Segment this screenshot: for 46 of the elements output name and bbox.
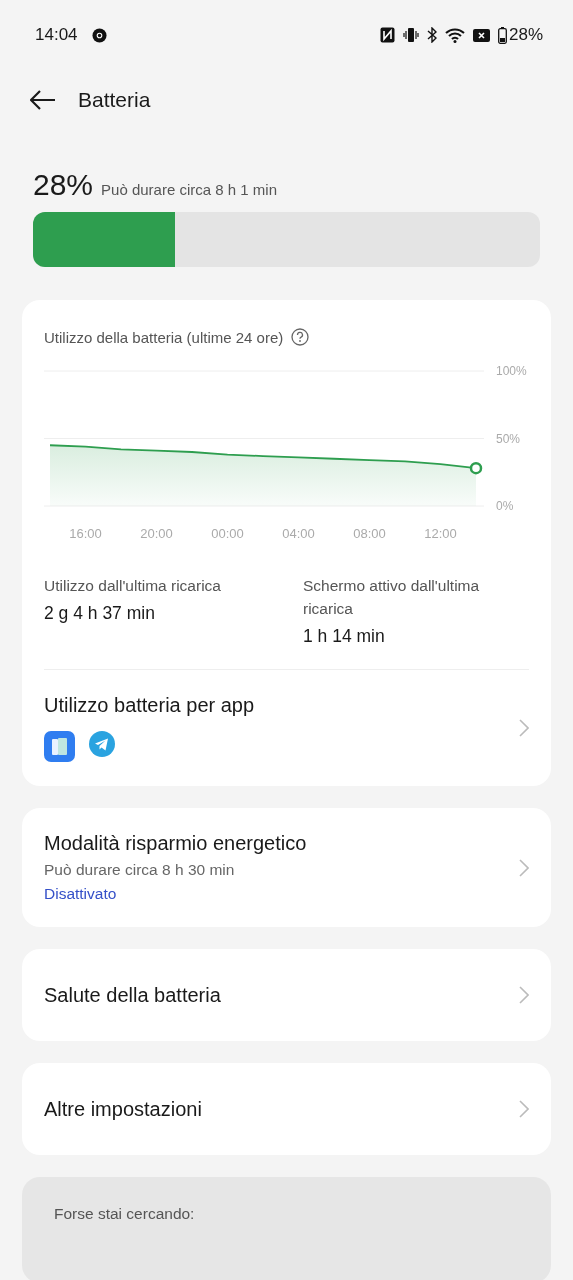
settings-card[interactable]: Salute della batteria: [22, 949, 551, 1041]
wifi-icon: [444, 27, 465, 43]
clock: 14:04: [35, 25, 78, 45]
paper-plane-icon: [89, 731, 115, 757]
nfc-icon: [379, 27, 395, 43]
row-subtitle: Può durare circa 8 h 30 min: [44, 861, 236, 879]
x-tick-label: 16:00: [69, 526, 102, 541]
y-tick-label: 50%: [496, 431, 521, 446]
stat-value: 1 h 14 min: [303, 626, 386, 647]
chevron-right-icon: [519, 858, 529, 877]
stat-label: Utilizzo dall'ultima ricarica: [44, 576, 222, 596]
battery-estimate: Può durare circa 8 h 1 min: [101, 181, 277, 198]
row-title: Salute della batteria: [44, 983, 222, 1007]
browser-icon: [91, 27, 107, 43]
stat-label: Schermo attivo dall'ultima ricarica: [303, 576, 481, 619]
chart-title: Utilizzo della batteria (ultime 24 ore): [44, 328, 284, 346]
y-tick-label: 0%: [496, 499, 514, 513]
row-title: Modalità risparmio energetico: [44, 832, 308, 855]
app-icon: [44, 731, 75, 762]
stat-value: 2 g 4 h 37 min: [44, 603, 156, 624]
x-tick-label: 20:00: [140, 526, 173, 541]
suggestions-title: Forse stai cercando:: [54, 1205, 195, 1222]
settings-card[interactable]: Altre impostazioni: [22, 1063, 551, 1155]
row-title: Utilizzo batteria per app: [44, 694, 256, 717]
sim-icon: [472, 28, 490, 42]
battery-percentage: 28%: [33, 168, 94, 202]
current-point: [469, 461, 483, 475]
battery-icon: [497, 26, 507, 44]
chevron-right-icon: [519, 986, 529, 1004]
x-tick-label: 12:00: [424, 526, 457, 541]
chevron-right-icon: [519, 719, 529, 737]
bluetooth-icon: [426, 27, 437, 43]
row-status: Disattivato: [44, 885, 118, 903]
chevron-right-icon: [519, 1100, 529, 1118]
help-icon[interactable]: [291, 328, 310, 346]
battery-percent: 28%: [508, 25, 543, 45]
vibrate-icon: [402, 27, 419, 43]
y-tick-label: 100%: [496, 364, 527, 378]
settings-card[interactable]: Modalità risparmio energetico Può durare circa 8 h 30 min Disattivato: [22, 808, 551, 927]
x-tick-label: 08:00: [353, 526, 386, 541]
back-arrow-icon[interactable]: [30, 90, 56, 110]
page-title: Batteria: [78, 88, 151, 112]
row-title: Altre impostazioni: [44, 1097, 203, 1121]
x-tick-label: 00:00: [211, 526, 244, 541]
per-app-row[interactable]: Utilizzo batteria per app: [44, 670, 529, 786]
x-tick-label: 04:00: [282, 526, 315, 541]
